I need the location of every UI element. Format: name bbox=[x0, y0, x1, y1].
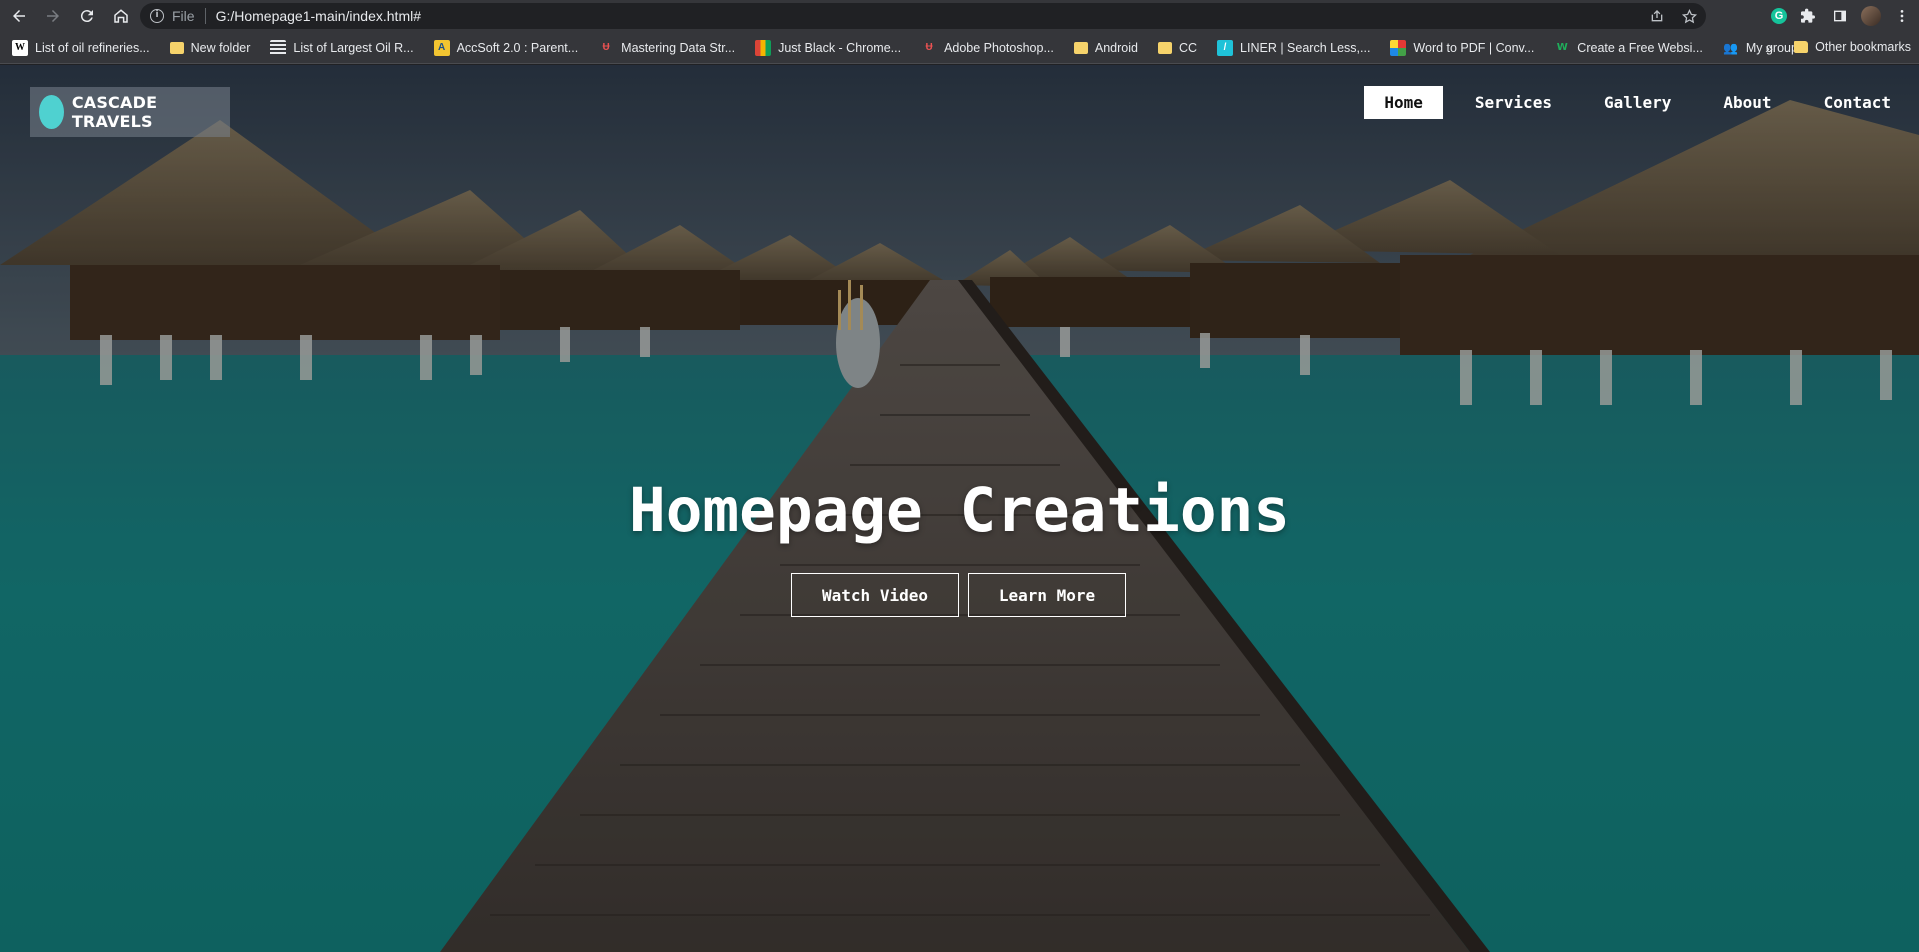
bookmark-label: Adobe Photoshop... bbox=[944, 40, 1054, 55]
folder-icon bbox=[1794, 41, 1809, 53]
bookmark-item[interactable]: 👥 My groups bbox=[1723, 40, 1804, 56]
folder-icon bbox=[1157, 41, 1172, 54]
folder-icon bbox=[1073, 41, 1088, 54]
ilovepdf-icon bbox=[1390, 39, 1407, 56]
liner-icon: / bbox=[1217, 39, 1234, 56]
groups-icon: 👥 bbox=[1723, 40, 1739, 55]
wikipedia-icon: W bbox=[12, 39, 28, 56]
bookmark-label: CC bbox=[1178, 40, 1198, 55]
bookmark-folder[interactable]: CC bbox=[1157, 40, 1198, 55]
extensions-icon[interactable] bbox=[1797, 5, 1819, 27]
bookmark-item[interactable]: Word to PDF | Conv... bbox=[1390, 39, 1535, 56]
reload-icon[interactable] bbox=[72, 1, 102, 31]
bookmark-item[interactable]: / LINER | Search Less,... bbox=[1217, 39, 1371, 56]
url-scheme: File bbox=[172, 8, 195, 24]
logo-text: CASCADE TRAVELS bbox=[71, 93, 158, 131]
nav-gallery[interactable]: Gallery bbox=[1584, 86, 1691, 119]
hero-title: Homepage Creations bbox=[628, 475, 1291, 546]
udemy-icon: Ʉ bbox=[925, 42, 933, 53]
logo-mark-icon bbox=[39, 95, 64, 129]
site-logo[interactable]: CASCADE TRAVELS bbox=[30, 87, 230, 137]
share-icon[interactable] bbox=[1648, 7, 1666, 25]
bookmarks-bar: W List of oil refineries... New folder L… bbox=[0, 32, 1919, 64]
address-bar[interactable]: i File G:/Homepage1-main/index.html# bbox=[140, 3, 1706, 29]
browser-toolbar: i File G:/Homepage1-main/index.html# G bbox=[0, 0, 1919, 32]
accsoft-icon: A bbox=[433, 39, 450, 56]
url-text[interactable]: G:/Homepage1-main/index.html# bbox=[216, 8, 421, 24]
bookmark-label: Android bbox=[1094, 40, 1138, 55]
back-icon[interactable] bbox=[4, 1, 34, 31]
other-bookmarks[interactable]: Other bookmarks bbox=[1794, 40, 1911, 54]
nav-home[interactable]: Home bbox=[1364, 86, 1443, 119]
watch-video-button[interactable]: Watch Video bbox=[791, 573, 959, 617]
bookmark-item[interactable]: List of Largest Oil R... bbox=[270, 39, 414, 56]
star-icon[interactable] bbox=[1680, 7, 1698, 25]
bookmark-label: List of oil refineries... bbox=[35, 40, 150, 55]
bookmark-item[interactable]: W List of oil refineries... bbox=[12, 39, 150, 56]
wix-icon: W bbox=[1556, 42, 1568, 53]
site-navigation: Home Services Gallery About Contact bbox=[1352, 86, 1911, 119]
hero-button-group: Watch Video Learn More bbox=[0, 573, 1919, 617]
info-icon[interactable]: i bbox=[150, 9, 164, 23]
bookmark-folder[interactable]: New folder bbox=[169, 40, 251, 55]
bookmark-item[interactable]: Ʉ Adobe Photoshop... bbox=[921, 40, 1054, 56]
home-icon[interactable] bbox=[106, 1, 136, 31]
bookmark-label: LINER | Search Less,... bbox=[1240, 40, 1371, 55]
udemy-icon: Ʉ bbox=[602, 42, 610, 53]
bookmark-label: Just Black - Chrome... bbox=[778, 40, 902, 55]
divider bbox=[204, 8, 206, 24]
bookmark-item[interactable]: Just Black - Chrome... bbox=[755, 39, 902, 56]
menu-icon[interactable] bbox=[1891, 5, 1913, 27]
forward-icon[interactable] bbox=[38, 1, 68, 31]
profile-avatar[interactable] bbox=[1861, 6, 1881, 26]
nav-services[interactable]: Services bbox=[1455, 86, 1572, 119]
folder-icon bbox=[169, 41, 184, 54]
hero-section: CASCADE TRAVELS Home Services Gallery Ab… bbox=[0, 65, 1919, 952]
bookmark-label: New folder bbox=[190, 40, 251, 55]
bookmarks-overflow-button[interactable]: » bbox=[1765, 40, 1773, 56]
bookmark-item[interactable]: Ʉ Mastering Data Str... bbox=[598, 40, 736, 56]
bookmark-label: List of Largest Oil R... bbox=[293, 40, 414, 55]
bookmark-item[interactable]: W Create a Free Websi... bbox=[1554, 40, 1703, 56]
bookmark-item[interactable]: A AccSoft 2.0 : Parent... bbox=[433, 39, 579, 56]
nav-contact[interactable]: Contact bbox=[1804, 86, 1911, 119]
bookmark-label: Create a Free Websi... bbox=[1577, 40, 1703, 55]
list-icon bbox=[270, 39, 287, 56]
nav-about[interactable]: About bbox=[1703, 86, 1791, 119]
chrome-store-icon bbox=[755, 39, 772, 56]
grammarly-icon[interactable]: G bbox=[1771, 8, 1787, 24]
bookmark-label: Word to PDF | Conv... bbox=[1413, 40, 1535, 55]
bookmark-label: Other bookmarks bbox=[1815, 40, 1911, 54]
bookmark-label: AccSoft 2.0 : Parent... bbox=[456, 40, 579, 55]
bookmark-folder[interactable]: Android bbox=[1073, 40, 1138, 55]
sidepanel-icon[interactable] bbox=[1829, 5, 1851, 27]
learn-more-button[interactable]: Learn More bbox=[968, 573, 1126, 617]
bookmark-label: Mastering Data Str... bbox=[621, 40, 736, 55]
